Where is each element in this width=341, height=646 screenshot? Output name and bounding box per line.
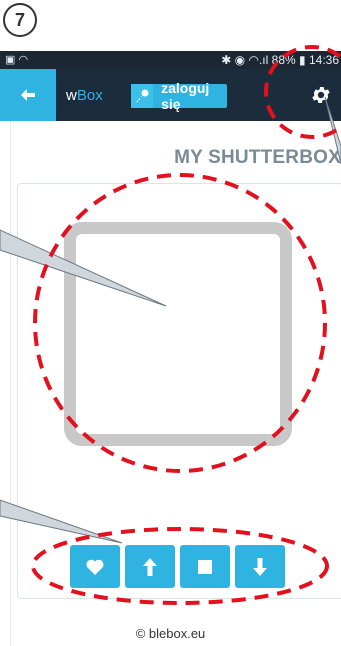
page-left-border <box>0 121 11 646</box>
clock-time: 14:36 <box>308 53 339 67</box>
shutter-up-button[interactable] <box>125 545 175 588</box>
app-bar: wBox zaloguj się <box>0 69 341 121</box>
shutter-position-indicator[interactable] <box>64 222 292 446</box>
shutter-stop-button[interactable] <box>180 545 230 588</box>
battery-level: 88% <box>271 53 296 67</box>
status-right-icons: ✱ ◉ ◠.ıl <box>221 53 269 67</box>
settings-button[interactable] <box>307 81 335 109</box>
arrow-left-icon <box>21 89 35 101</box>
status-bar: ▣ ◠ ✱ ◉ ◠.ıl 88% ▮ 14:36 <box>0 51 341 69</box>
app-name: wBox <box>66 87 103 104</box>
key-icon <box>131 84 154 108</box>
step-number: 7 <box>14 9 25 30</box>
status-right: ✱ ◉ ◠.ıl 88% ▮ 14:36 <box>221 53 339 67</box>
status-left-icons: ▣ ◠ <box>5 54 29 66</box>
footer-copyright: © blebox.eu <box>135 626 206 641</box>
device-title: MY SHUTTERBOX <box>174 147 341 168</box>
login-label: zaloguj się <box>161 80 210 112</box>
login-button[interactable]: zaloguj się <box>131 80 227 112</box>
app-name-accent: Box <box>76 87 103 104</box>
heart-icon <box>86 559 104 575</box>
gear-icon <box>312 87 330 103</box>
stop-icon <box>198 559 212 574</box>
step-number-badge: 7 <box>3 3 37 37</box>
app-name-prefix: w <box>66 87 77 104</box>
favorite-button[interactable] <box>70 545 120 588</box>
arrow-down-icon <box>253 557 267 576</box>
battery-icon: ▮ <box>299 53 306 67</box>
shutter-down-button[interactable] <box>235 545 285 588</box>
back-button[interactable] <box>0 69 56 121</box>
arrow-up-icon <box>143 557 157 576</box>
